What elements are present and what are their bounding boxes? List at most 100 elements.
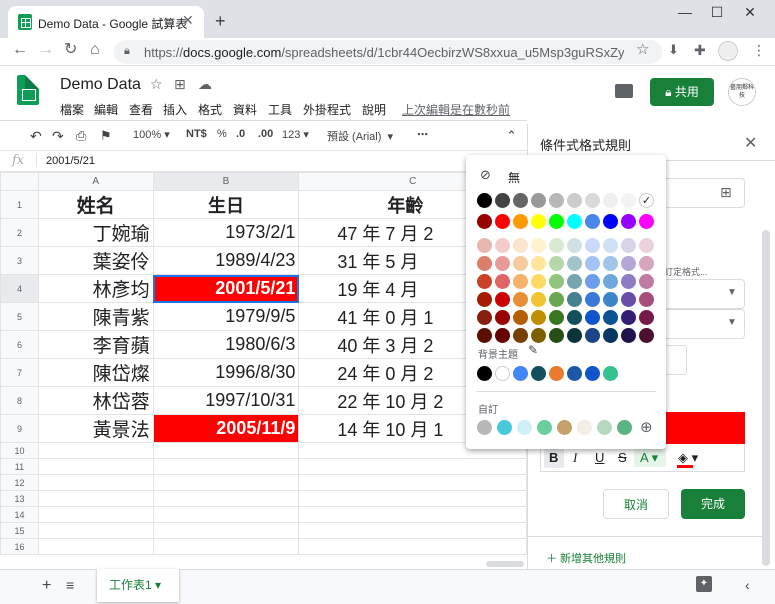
color-swatch[interactable] [537, 420, 552, 435]
cell[interactable]: 生日 [152, 190, 300, 219]
cell[interactable]: 黃景法 [37, 414, 154, 443]
color-swatch[interactable] [495, 214, 510, 229]
last-edit-link[interactable]: 上次編輯是在數秒前 [402, 101, 510, 118]
cell[interactable]: 陳岱燦 [37, 358, 154, 387]
new-tab-icon[interactable]: + [215, 12, 226, 30]
color-swatch[interactable] [567, 256, 582, 271]
cell[interactable]: 1980/6/3 [152, 330, 300, 359]
comments-icon[interactable] [615, 84, 633, 98]
color-swatch[interactable] [513, 274, 528, 289]
add-custom-color-icon[interactable]: ⊕ [640, 418, 653, 436]
cell[interactable] [298, 458, 527, 475]
color-swatch[interactable] [603, 292, 618, 307]
color-swatch[interactable] [531, 310, 546, 325]
document-title[interactable]: Demo Data [60, 76, 141, 94]
color-swatch[interactable] [585, 274, 600, 289]
color-swatch[interactable] [603, 310, 618, 325]
star-icon[interactable]: ☆ [150, 76, 163, 93]
row-header[interactable]: 2 [0, 218, 39, 247]
bookmark-star-icon[interactable]: ☆ [636, 42, 649, 58]
cell[interactable] [298, 522, 527, 539]
row-header[interactable]: 10 [0, 442, 39, 459]
color-swatch[interactable] [513, 214, 528, 229]
color-swatch[interactable] [585, 366, 600, 381]
row-header[interactable]: 3 [0, 246, 39, 275]
cell[interactable] [152, 538, 300, 555]
cell[interactable] [37, 490, 154, 507]
no-fill-label[interactable]: 無 [508, 169, 520, 186]
panel-close-icon[interactable]: ✕ [744, 133, 757, 153]
cell[interactable] [152, 458, 300, 475]
color-swatch[interactable] [517, 420, 532, 435]
menu-addons[interactable]: 外掛程式 [303, 101, 351, 118]
cell[interactable]: 1989/4/23 [152, 246, 300, 275]
color-swatch[interactable] [621, 193, 636, 208]
cell[interactable] [298, 490, 527, 507]
color-swatch[interactable] [557, 420, 572, 435]
color-swatch[interactable] [603, 214, 618, 229]
color-swatch[interactable] [531, 328, 546, 343]
color-swatch[interactable] [549, 256, 564, 271]
cell[interactable]: 1997/10/31 [152, 386, 300, 415]
color-swatch[interactable] [567, 328, 582, 343]
row-header[interactable]: 16 [0, 538, 39, 555]
color-swatch[interactable] [477, 366, 492, 381]
percent-format-button[interactable]: % [217, 128, 227, 140]
color-swatch[interactable] [513, 193, 528, 208]
strikethrough-icon[interactable]: S [618, 450, 627, 465]
paint-format-icon[interactable]: ⚑ [100, 128, 112, 144]
color-swatch[interactable] [567, 366, 582, 381]
color-swatch[interactable] [477, 292, 492, 307]
color-swatch[interactable] [477, 310, 492, 325]
color-swatch[interactable] [639, 310, 654, 325]
cell[interactable] [37, 458, 154, 475]
collapse-toolbar-icon[interactable]: ⌃ [506, 128, 517, 144]
profile-icon[interactable] [718, 41, 738, 61]
increase-decimal-button[interactable]: .00 [258, 128, 273, 140]
color-swatch[interactable] [495, 310, 510, 325]
maximize-icon[interactable]: ☐ [702, 4, 732, 21]
row-header[interactable]: 12 [0, 474, 39, 491]
row-header[interactable]: 15 [0, 522, 39, 539]
fill-color-icon[interactable]: ◈ ▾ [678, 450, 698, 466]
cell[interactable]: 林彥均 [37, 274, 154, 303]
cell[interactable]: 林岱蓉 [37, 386, 154, 415]
menu-help[interactable]: 說明 [362, 101, 386, 118]
color-swatch[interactable] [513, 328, 528, 343]
sheets-logo-icon[interactable] [17, 75, 39, 105]
decrease-decimal-button[interactable]: .0 [236, 128, 245, 140]
color-swatch[interactable] [549, 328, 564, 343]
cell[interactable]: 2005/11/9 [152, 414, 300, 443]
cell[interactable]: 1973/2/1 [152, 218, 300, 247]
color-swatch[interactable] [531, 238, 546, 253]
color-swatch[interactable] [603, 256, 618, 271]
window-close-icon[interactable]: ✕ [735, 4, 765, 21]
edit-theme-icon[interactable]: ✎ [528, 343, 538, 357]
cell[interactable]: 葉姿伶 [37, 246, 154, 275]
no-fill-icon[interactable]: ⊘ [480, 167, 491, 183]
row-header[interactable]: 1 [0, 190, 39, 219]
collapse-panel-icon[interactable]: ‹ [745, 577, 750, 593]
cell[interactable]: 1979/9/5 [152, 302, 300, 331]
color-swatch[interactable] [549, 238, 564, 253]
extensions-icon[interactable]: ✚ [694, 42, 706, 58]
color-swatch[interactable] [585, 193, 600, 208]
undo-icon[interactable]: ↶ [30, 128, 42, 145]
underline-icon[interactable]: U [595, 450, 604, 465]
row-header[interactable]: 9 [0, 414, 39, 443]
print-icon[interactable]: ⎙ [76, 128, 86, 144]
explore-icon[interactable]: ✦ [696, 576, 712, 592]
menu-format[interactable]: 格式 [198, 101, 222, 118]
color-swatch[interactable] [585, 238, 600, 253]
row-header[interactable]: 11 [0, 458, 39, 475]
cell[interactable] [298, 474, 527, 491]
color-swatch[interactable] [531, 256, 546, 271]
color-swatch[interactable] [585, 328, 600, 343]
color-swatch[interactable] [495, 193, 510, 208]
cell[interactable] [152, 506, 300, 523]
column-header[interactable]: A [37, 172, 154, 191]
color-swatch[interactable] [477, 274, 492, 289]
minimize-icon[interactable]: — [670, 4, 700, 20]
done-button[interactable]: 完成 [681, 489, 745, 519]
formula-value[interactable]: 2001/5/21 [46, 155, 95, 167]
